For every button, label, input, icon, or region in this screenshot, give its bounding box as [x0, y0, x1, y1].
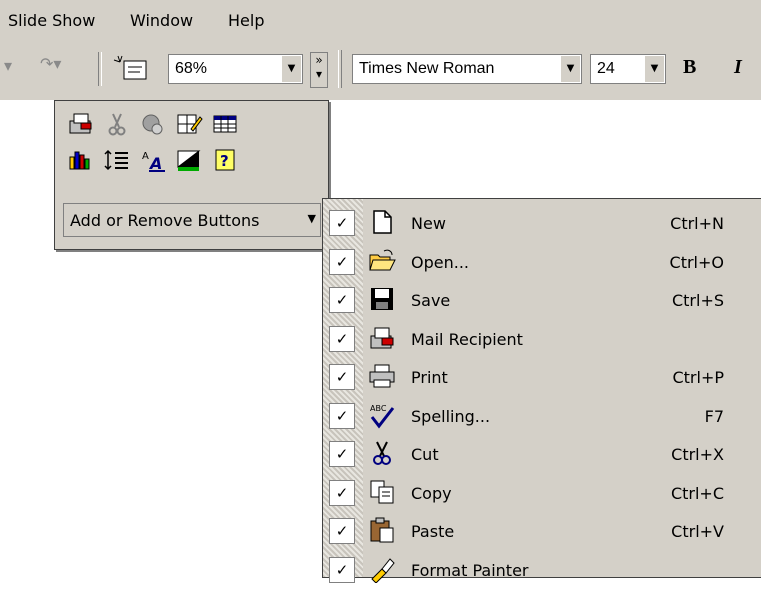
- menu-item-shortcut: Ctrl+N: [670, 214, 724, 233]
- toolbar-handle[interactable]: [338, 50, 342, 88]
- add-remove-buttons-button[interactable]: Add or Remove Buttons ▼: [63, 203, 321, 237]
- menu-item-print[interactable]: ✓ Print Ctrl+P: [323, 358, 761, 396]
- menu-item-label: Paste: [411, 522, 455, 541]
- spelling-icon: ABC: [368, 401, 398, 431]
- menu-item-shortcut: Ctrl+V: [671, 522, 724, 541]
- scissors-icon[interactable]: [103, 111, 133, 139]
- chevron-down-icon: ▼: [307, 212, 316, 225]
- font-name-value: Times New Roman: [359, 60, 495, 77]
- add-remove-label: Add or Remove Buttons: [70, 211, 260, 230]
- menu-item-format-painter[interactable]: ✓ Format Painter: [323, 551, 761, 589]
- bold-button[interactable]: B: [683, 56, 696, 79]
- new-document-icon: [368, 208, 398, 238]
- font-name-combo[interactable]: Times New Roman ▼: [352, 54, 582, 84]
- menu-item-new[interactable]: ✓ New Ctrl+N: [323, 204, 761, 242]
- insert-table-icon[interactable]: [211, 111, 241, 139]
- italic-button[interactable]: I: [734, 56, 742, 79]
- menu-item-save[interactable]: ✓ Save Ctrl+S: [323, 281, 761, 319]
- formatting-toolbar: ▾ ↷▾ 68% ▼ » ▾ Times New Roman ▼ 24 ▼ B I: [0, 44, 761, 100]
- menu-item-shortcut: F7: [704, 406, 724, 426]
- menu-item-open[interactable]: ✓ Open... Ctrl+O: [323, 243, 761, 281]
- menu-item-shortcut: Ctrl+S: [671, 291, 724, 310]
- mail-recipient-icon[interactable]: [67, 111, 97, 139]
- menu-slide-show[interactable]: Slide Show: [8, 11, 95, 30]
- insert-chart-icon[interactable]: [67, 147, 97, 175]
- menu-item-label: Mail Recipient: [411, 329, 523, 349]
- help-icon[interactable]: ?: [211, 147, 241, 175]
- toolbar-options-button[interactable]: » ▾: [310, 52, 328, 88]
- copy-icon: [368, 478, 398, 508]
- menu-item-label: Format Painter: [411, 560, 529, 580]
- redo-icon[interactable]: ↷▾: [40, 54, 61, 73]
- printer-icon: [368, 362, 398, 392]
- menu-item-label: Cut: [411, 445, 439, 464]
- mail-recipient-icon: [368, 324, 398, 354]
- undo-icon[interactable]: ▾: [4, 56, 12, 75]
- menu-bar: Slide Show Window Help: [0, 0, 761, 44]
- checkmark-icon[interactable]: ✓: [329, 441, 355, 467]
- checkmark-icon[interactable]: ✓: [329, 325, 355, 352]
- menu-item-copy[interactable]: ✓ Copy Ctrl+C: [323, 474, 761, 512]
- chevron-down-icon[interactable]: ▼: [281, 56, 301, 82]
- checkmark-icon[interactable]: ✓: [329, 287, 355, 313]
- menu-item-shortcut: Ctrl+P: [672, 368, 724, 387]
- font-size-value: 24: [597, 60, 615, 77]
- menu-item-shortcut: Ctrl+C: [670, 483, 724, 503]
- menu-item-label: Print: [411, 368, 448, 387]
- scissors-icon: [368, 439, 398, 469]
- menu-item-label: Open...: [411, 252, 469, 272]
- menu-window[interactable]: Window: [130, 11, 193, 30]
- menu-item-paste[interactable]: ✓ Paste Ctrl+V: [323, 512, 761, 550]
- menu-item-mail-recipient[interactable]: ✓ Mail Recipient: [323, 320, 761, 358]
- zoom-value: 68%: [175, 60, 208, 77]
- svg-text:ABC: ABC: [370, 404, 387, 413]
- paste-icon: [368, 516, 398, 546]
- svg-text:A: A: [142, 151, 149, 162]
- add-remove-buttons-menu: ✓ New Ctrl+N ✓ Open... Ctrl+O ✓ Save Ctrl+S ✓ Mail…: [322, 198, 761, 584]
- svg-text:?: ?: [220, 152, 229, 170]
- menu-item-label: New: [411, 214, 446, 233]
- zoom-combo[interactable]: 68% ▼: [168, 54, 303, 84]
- menu-help[interactable]: Help: [228, 11, 264, 30]
- checkmark-icon[interactable]: ✓: [329, 364, 355, 390]
- font-size-combo[interactable]: 24 ▼: [590, 54, 666, 84]
- toolbar-overflow-panel: AA ? Add or Remove Buttons ▼: [54, 100, 329, 250]
- toolbar-separator: [98, 52, 102, 86]
- chevron-down-icon[interactable]: ▼: [644, 56, 664, 82]
- fill-color-icon[interactable]: [175, 147, 205, 175]
- checkmark-icon[interactable]: ✓: [329, 402, 355, 429]
- hyperlink-icon[interactable]: [139, 111, 169, 139]
- menu-item-label: Save: [411, 291, 451, 310]
- open-folder-icon: [368, 247, 398, 277]
- checkmark-icon[interactable]: ✓: [329, 518, 355, 544]
- format-painter-icon: [368, 555, 398, 585]
- checkmark-icon[interactable]: ✓: [329, 210, 355, 236]
- chevron-down-icon[interactable]: ▼: [560, 56, 580, 82]
- menu-item-cut[interactable]: ✓ Cut Ctrl+X: [323, 435, 761, 473]
- font-size-change-icon[interactable]: AA: [139, 147, 169, 175]
- menu-item-label: Spelling...: [411, 406, 491, 426]
- menu-item-shortcut: Ctrl+O: [669, 252, 724, 272]
- line-spacing-icon[interactable]: [103, 147, 133, 175]
- menu-item-shortcut: Ctrl+X: [671, 445, 724, 464]
- checkmark-icon[interactable]: ✓: [329, 479, 355, 506]
- menu-item-label: Copy: [411, 483, 452, 503]
- new-slide-icon[interactable]: [112, 54, 152, 88]
- checkmark-icon[interactable]: ✓: [329, 248, 355, 275]
- save-disk-icon: [368, 285, 398, 315]
- checkmark-icon[interactable]: ✓: [329, 556, 355, 583]
- insert-chart-edit-icon[interactable]: [175, 111, 205, 139]
- menu-item-spelling[interactable]: ✓ ABC Spelling... F7: [323, 397, 761, 435]
